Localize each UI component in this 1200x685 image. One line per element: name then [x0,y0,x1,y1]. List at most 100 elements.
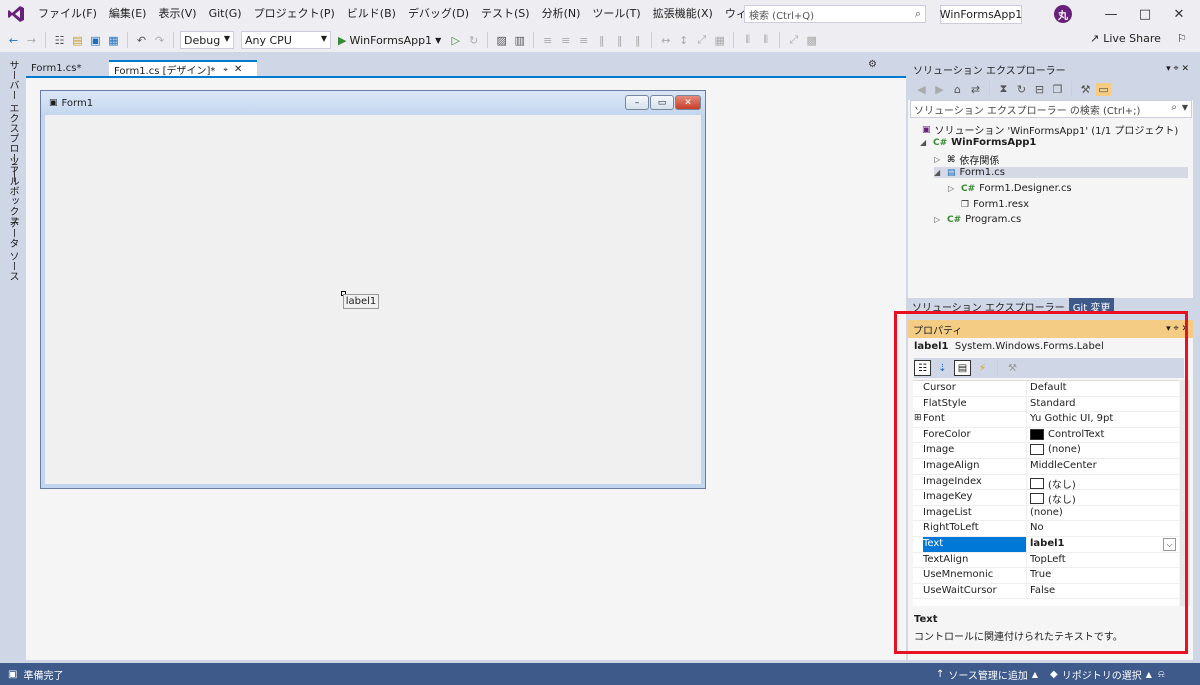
align-top-icon[interactable]: ‖ [594,34,609,47]
menu-edit[interactable]: 編集(E) [103,0,153,28]
property-row-usemnemonic[interactable]: UseMnemonic True [913,568,1179,584]
maximize-button[interactable]: □ [1128,0,1162,28]
tab-solution-explorer[interactable]: ソリューション エクスプローラー [908,298,1069,314]
expand-icon[interactable]: ⊞ [914,413,922,423]
notifications-bell-icon[interactable]: ⍾ [1158,669,1165,680]
tree-item-dependencies[interactable]: ▷ ⌘ 依存関係 [934,152,999,168]
hot-reload-icon[interactable]: ↻ [466,34,481,47]
menu-extensions[interactable]: 拡張機能(X) [647,0,719,28]
align-left-icon[interactable]: ≡ [540,34,555,47]
property-grid-scrollbar[interactable] [1180,380,1190,606]
show-all-files-icon[interactable]: ❐ [1050,83,1065,96]
collapsed-icon[interactable]: ▷ [948,184,957,193]
property-row-textalign[interactable]: TextAlign TopLeft [913,552,1179,569]
chevron-down-icon[interactable]: ▼ [1182,103,1188,112]
data-sources-tab[interactable]: データ ソース [5,218,20,281]
property-row-imagekey[interactable]: ImageKey (なし) [913,490,1179,506]
categorized-icon[interactable]: ☷ [914,360,931,376]
feedback-icon[interactable]: ⚐ [1177,32,1187,45]
toolbox-tab[interactable]: ツールボックス [5,156,20,226]
align-center-icon[interactable]: ≡ [558,34,573,47]
search-input[interactable]: 検索 (Ctrl+Q) ⌕ [744,5,926,23]
tree-item-form1-resx[interactable]: ❐ Form1.resx [961,199,1029,210]
redo-icon[interactable]: ↷ [152,34,167,47]
menu-build[interactable]: ビルド(B) [341,0,402,28]
make-same-size-icon[interactable]: ⤢ [694,33,709,47]
open-icon[interactable]: ▤ [70,34,85,47]
vertical-spacing-icon[interactable]: ⫴ [758,33,773,47]
settings-icon[interactable]: ⚙ [868,59,877,70]
visual-studio-logo-icon[interactable] [0,0,32,28]
menu-test[interactable]: テスト(S) [475,0,536,28]
center-horizontally-icon[interactable]: ⤢ [786,33,801,47]
property-row-forecolor[interactable]: ForeColor ControlText [913,427,1179,444]
form1-titlebar[interactable]: ▣ Form1 – ▭ ✕ [41,91,705,115]
tab-form1-cs[interactable]: Form1.cs* [26,60,109,77]
expanded-icon[interactable]: ◢ [920,138,929,147]
size-to-grid-icon[interactable]: ▦ [712,34,727,47]
add-to-source-control-button[interactable]: ↑ ソース管理に追加 ▲ [936,667,1038,682]
properties-wrench-icon[interactable]: ⚒ [1078,83,1093,96]
property-row-imagelist[interactable]: ImageList (none) [913,505,1179,522]
menu-analyze[interactable]: 分析(N) [536,0,587,28]
minimize-button[interactable]: — [1094,0,1128,28]
start-without-debugging-icon[interactable]: ▷ [448,34,463,47]
events-icon[interactable]: ⚡ [974,360,991,376]
menu-debug[interactable]: デバッグ(D) [402,0,475,28]
panel-controls[interactable]: ▾ ⌖ ✕ [1166,64,1189,74]
forward-icon[interactable]: ▶ [932,83,947,96]
configuration-select[interactable]: Debug ▼ [180,31,234,49]
properties-object-selector[interactable]: label1 System.Windows.Forms.Label [914,341,1104,352]
preview-icon[interactable]: ▭ [1096,82,1111,96]
pin-icon[interactable]: ⌖ [223,65,228,75]
tree-item-program[interactable]: ▷ C# Program.cs [934,214,1021,225]
new-project-icon[interactable]: ☷ [52,34,67,47]
browse-icon[interactable]: ▨ [494,34,509,47]
property-row-image[interactable]: Image (none) [913,443,1179,459]
align-bottom-icon[interactable]: ‖ [630,34,645,47]
menu-git[interactable]: Git(G) [203,0,248,28]
chevron-down-icon[interactable]: ⌵ [1163,538,1176,551]
live-share-button[interactable]: ↗ Live Share ⚐ [1090,32,1187,45]
text-value-input[interactable]: label1 [1030,538,1065,549]
make-same-width-icon[interactable]: ↔ [658,34,673,47]
platform-select[interactable]: Any CPU ▼ [241,31,331,49]
property-row-flatstyle[interactable]: FlatStyle Standard [913,396,1179,413]
form-close-button[interactable]: ✕ [675,95,701,110]
form-minimize-button[interactable]: – [625,95,649,110]
property-row-usewaitcursor[interactable]: UseWaitCursor False [913,583,1179,600]
menu-view[interactable]: 表示(V) [152,0,202,28]
home-icon[interactable]: ⌂ [950,83,965,96]
align-middle-icon[interactable]: ‖ [612,34,627,47]
form1-window[interactable]: ▣ Form1 – ▭ ✕ [40,90,706,489]
property-row-imagealign[interactable]: ImageAlign MiddleCenter [913,459,1179,475]
collapsed-icon[interactable]: ▷ [934,215,943,224]
undo-icon[interactable]: ↶ [134,34,149,47]
menu-project[interactable]: プロジェクト(P) [248,0,341,28]
align-right-icon[interactable]: ≡ [576,34,591,47]
expanded-icon[interactable]: ◢ [934,168,943,177]
property-row-text[interactable]: Text label1 ⌵ [913,537,1179,553]
back-icon[interactable]: ◀ [914,83,929,96]
start-debugging-button[interactable]: ▶ WinFormsApp1 ▼ [334,34,445,47]
save-icon[interactable]: ▣ [88,34,103,47]
select-repository-button[interactable]: ◆ リポジトリの選択 ▲ [1050,667,1152,682]
pending-changes-icon[interactable]: ⧗ [996,82,1011,96]
switch-views-icon[interactable]: ⇄ [968,83,983,96]
solution-search-input[interactable]: ソリューション エクスプローラー の検索 (Ctrl+;) ⌕ ▼ [910,100,1192,118]
close-button[interactable]: ✕ [1162,0,1196,28]
form-maximize-button[interactable]: ▭ [650,95,674,110]
menu-file[interactable]: ファイル(F) [32,0,103,28]
panel-controls[interactable]: ▾ ⌖ ✕ [1166,324,1189,334]
alphabetical-icon[interactable]: ⇣ [934,360,951,376]
property-row-font[interactable]: ⊞ Font Yu Gothic UI, 9pt [913,412,1179,428]
horizontal-spacing-icon[interactable]: ⫴ [740,33,755,47]
tab-form1-design[interactable]: Form1.cs [デザイン]* ⌖ ✕ [109,60,257,77]
properties-icon[interactable]: ▤ [954,360,971,376]
label1-control[interactable]: label1 [343,294,379,309]
bring-to-front-icon[interactable]: ▩ [804,34,819,47]
sync-icon[interactable]: ↻ [1014,83,1029,96]
layout-icon[interactable]: ▥ [512,34,527,47]
tree-item-project[interactable]: ◢ C# WinFormsApp1 [920,137,1036,148]
tab-git-changes[interactable]: Git 変更 [1068,298,1115,314]
